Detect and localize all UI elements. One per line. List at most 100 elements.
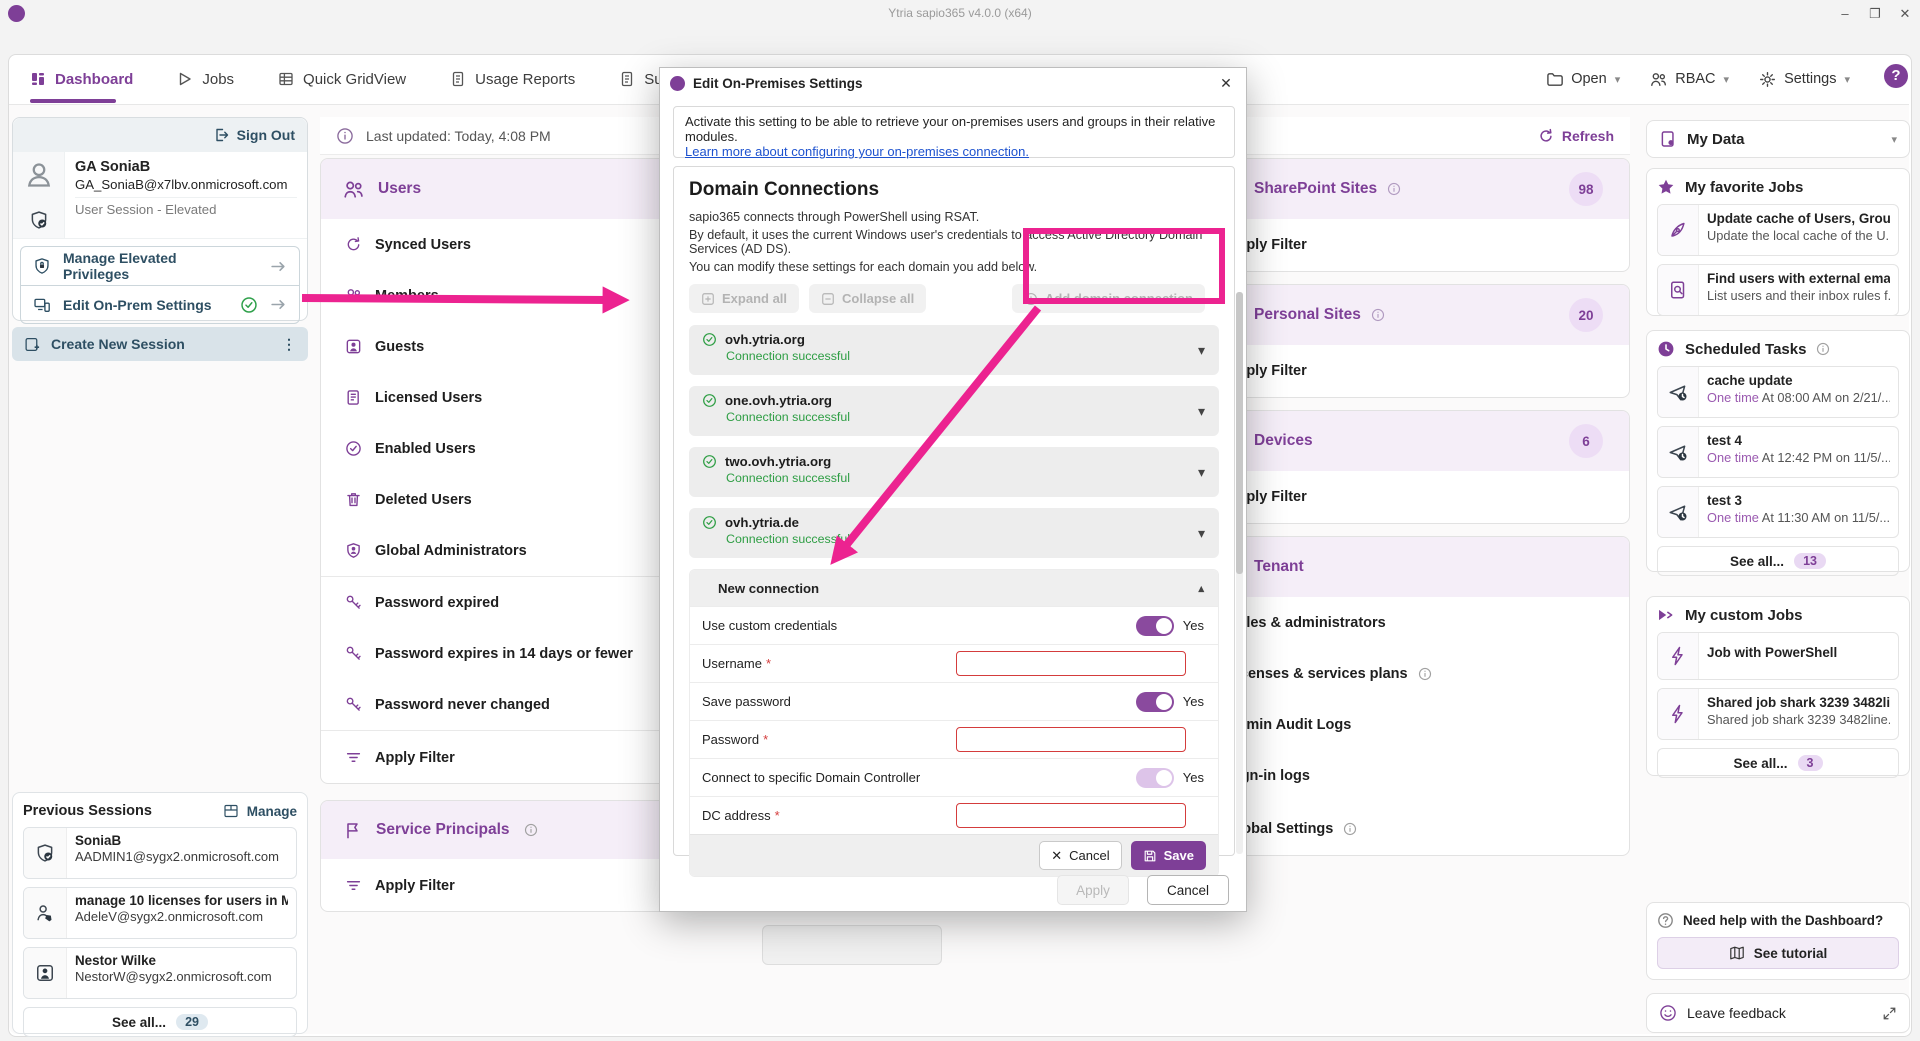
custom-jobs-header: My custom Jobs	[1657, 606, 1899, 624]
dashboard-item-guests[interactable]: Guests	[321, 321, 711, 372]
nc-cancel-button[interactable]: ✕ Cancel	[1039, 841, 1121, 870]
refresh-button[interactable]: Refresh	[1538, 128, 1614, 144]
chevron-down-icon[interactable]: ▾	[1198, 342, 1205, 359]
previous-session-item[interactable]: Nestor Wilke NestorW@sygx2.onmicrosoft.c…	[23, 947, 297, 999]
connection-row[interactable]: two.ovh.ytria.org Connection successful …	[689, 447, 1219, 497]
item-label: Password expires in 14 days or fewer	[375, 646, 633, 662]
tab-quick-gridview[interactable]: Quick GridView	[278, 55, 406, 103]
connection-row[interactable]: ovh.ytria.org Connection successful ▾	[689, 325, 1219, 375]
dashboard-item-password-never-changed[interactable]: Password never changed	[321, 679, 711, 730]
learn-more-link[interactable]: Learn more about configuring your on-pre…	[685, 144, 1029, 159]
minimize-icon[interactable]: –	[1836, 5, 1854, 23]
connection-row[interactable]: one.ovh.ytria.org Connection successful …	[689, 386, 1219, 436]
user-email: GA_SoniaB@x7lbv.onmicrosoft.com	[75, 177, 297, 192]
chevron-down-icon[interactable]: ▾	[1198, 525, 1205, 542]
sp-apply-filter-button[interactable]: Apply Filter	[321, 859, 711, 912]
settings-button[interactable]: Settings▾	[1759, 55, 1850, 103]
job-title: Find users with external email ...	[1707, 271, 1890, 286]
username-field[interactable]	[956, 651, 1186, 676]
dashboard-item-synced-users[interactable]: Synced Users	[321, 219, 711, 270]
dashboard-item-licensed-users[interactable]: Licensed Users	[321, 372, 711, 423]
custom-job-item[interactable]: Job with PowerShell	[1657, 632, 1899, 680]
scheduled-task-item[interactable]: test 3 One time At 11:30 AM on 11/5/...	[1657, 486, 1899, 538]
leave-feedback-label: Leave feedback	[1687, 1005, 1786, 1021]
session-name: Nestor Wilke	[75, 953, 288, 968]
dialog-cancel-button[interactable]: Cancel	[1147, 875, 1229, 905]
my-data-panel[interactable]: My Data ▾	[1646, 120, 1910, 158]
partially-hidden-button[interactable]	[762, 925, 942, 965]
item-label: Password never changed	[375, 697, 550, 713]
manage-sessions-button[interactable]: Manage	[247, 804, 297, 819]
use-custom-credentials-toggle[interactable]	[1136, 616, 1174, 636]
dialog-apply-button[interactable]: Apply	[1057, 875, 1129, 905]
connect-dc-toggle[interactable]	[1136, 768, 1174, 788]
edit-onprem-settings-button[interactable]: Edit On-Prem Settings	[21, 285, 299, 323]
save-password-toggle[interactable]	[1136, 692, 1174, 712]
nc-save-button[interactable]: Save	[1131, 841, 1206, 870]
dashboard-item-enabled-users[interactable]: Enabled Users	[321, 423, 711, 474]
dialog-close-icon[interactable]: ✕	[1216, 73, 1236, 93]
session-user-info: GA SoniaB GA_SoniaB@x7lbv.onmicrosoft.co…	[13, 152, 307, 239]
person-box-icon	[24, 948, 67, 998]
item-label: Members	[375, 288, 439, 304]
person-tag-icon	[24, 888, 67, 938]
dashboard-item-password-expired[interactable]: Password expired	[321, 577, 711, 628]
leave-feedback-panel[interactable]: Leave feedback	[1646, 993, 1910, 1033]
kebab-menu-icon[interactable]: ⋮	[282, 336, 296, 353]
previous-session-item[interactable]: SoniaB AADMIN1@sygx2.onmicrosoft.com	[23, 827, 297, 879]
dc-address-field[interactable]	[956, 803, 1186, 828]
job-subtitle: Shared job shark 3239 3482line...	[1707, 712, 1890, 727]
tab-usage-reports[interactable]: Usage Reports	[450, 55, 575, 103]
sign-out-button[interactable]: Sign Out	[237, 127, 295, 143]
expand-icon[interactable]	[1882, 1006, 1897, 1021]
previous-session-item[interactable]: manage 10 licenses for users in M... Ade…	[23, 887, 297, 939]
new-connection-header[interactable]: New connection ▴	[690, 570, 1218, 606]
custom-job-item[interactable]: Shared job shark 3239 3482lin... Shared …	[1657, 688, 1899, 740]
task-schedule: One time At 08:00 AM on 2/21/...	[1707, 390, 1890, 405]
help-button[interactable]: ?	[1884, 64, 1908, 88]
password-field[interactable]	[956, 727, 1186, 752]
scheduled-task-item[interactable]: cache update One time At 08:00 AM on 2/2…	[1657, 366, 1899, 418]
chevron-up-icon[interactable]: ▴	[1198, 582, 1204, 595]
connections-list: ovh.ytria.org Connection successful ▾ on…	[689, 325, 1219, 558]
sessions-count-badge: 29	[176, 1014, 208, 1030]
sign-out-icon	[213, 127, 229, 143]
collapse-all-button[interactable]: Collapse all	[809, 284, 926, 313]
see-all-sessions-button[interactable]: See all... 29	[23, 1007, 297, 1037]
favorite-job-item[interactable]: Find users with external email ... List …	[1657, 264, 1899, 316]
session-icon-column	[13, 152, 65, 238]
dashboard-item-deleted-users[interactable]: Deleted Users	[321, 474, 711, 525]
connection-row[interactable]: ovh.ytria.de Connection successful ▾	[689, 508, 1219, 558]
dashboard-item-password-expires-soon[interactable]: Password expires in 14 days or fewer	[321, 628, 711, 679]
scheduled-task-item[interactable]: test 4 One time At 12:42 PM on 11/5/...	[1657, 426, 1899, 478]
chevron-down-icon[interactable]: ▾	[1198, 403, 1205, 420]
close-icon[interactable]: ✕	[1896, 5, 1914, 23]
tab-dashboard[interactable]: Dashboard	[30, 55, 133, 103]
open-button[interactable]: Open▾	[1546, 55, 1620, 103]
edit-onprem-label: Edit On-Prem Settings	[63, 297, 212, 313]
chevron-down-icon[interactable]: ▾	[1891, 133, 1897, 146]
add-domain-connection-button[interactable]: Add domain connection	[1012, 284, 1205, 313]
task-when: At 12:42 PM on 11/5/...	[1762, 450, 1890, 465]
dashboard-item-members[interactable]: Members	[321, 270, 711, 321]
chevron-down-icon[interactable]: ▾	[1198, 464, 1205, 481]
expand-all-button[interactable]: Expand all	[689, 284, 799, 313]
users-apply-filter-button[interactable]: Apply Filter	[321, 731, 711, 784]
see-all-custom-jobs-button[interactable]: See all... 3	[1657, 748, 1899, 778]
service-principals-header[interactable]: Service Principals	[321, 801, 711, 859]
connect-dc-row: Connect to specific Domain Controller Ye…	[690, 758, 1218, 796]
dialog-scrollbar-thumb[interactable]	[1236, 292, 1243, 574]
dashboard-item-global-administrators[interactable]: Global Administrators	[321, 525, 711, 576]
create-new-session-button[interactable]: Create New Session ⋮	[12, 327, 308, 361]
manage-elevated-privileges-button[interactable]: Manage Elevated Privileges	[21, 247, 299, 285]
favorite-job-item[interactable]: Update cache of Users, Groups... Update …	[1657, 204, 1899, 256]
tab-jobs[interactable]: Jobs	[177, 55, 234, 103]
rbac-button[interactable]: RBAC▾	[1650, 55, 1729, 103]
see-all-tasks-button[interactable]: See all... 13	[1657, 546, 1899, 576]
custom-jobs-panel: My custom Jobs Job with PowerShell Share…	[1646, 596, 1910, 776]
task-when: At 08:00 AM on 2/21/...	[1762, 390, 1890, 405]
users-panel-header[interactable]: Users	[321, 159, 711, 219]
restore-icon[interactable]: ❐	[1866, 5, 1884, 23]
see-tutorial-button[interactable]: See tutorial	[1657, 937, 1899, 969]
session-type: User Session - Elevated	[75, 202, 297, 217]
